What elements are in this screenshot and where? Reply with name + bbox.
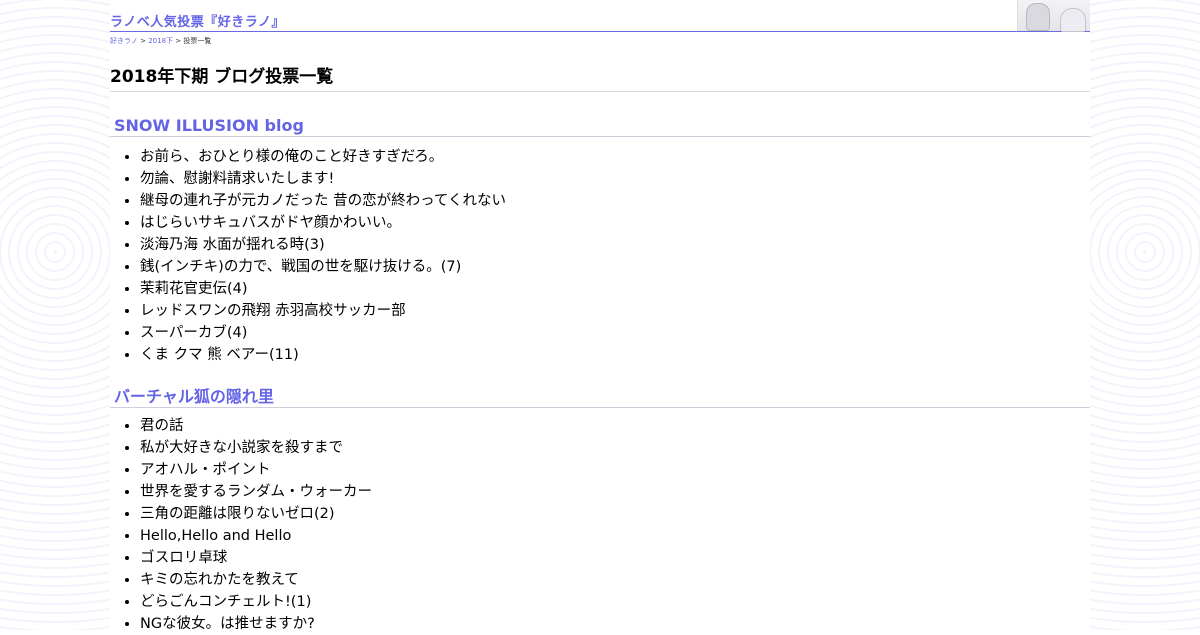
background-decoration-left bbox=[0, 0, 110, 630]
background-decoration-right bbox=[1090, 0, 1200, 630]
list-item: 私が大好きな小説家を殺すまで bbox=[140, 437, 1090, 459]
breadcrumb-separator: > bbox=[173, 37, 183, 45]
section-title-virtual-fox-hideout: バーチャル狐の隠れ里 bbox=[110, 386, 1090, 408]
list-item: 淡海乃海 水面が揺れる時(3) bbox=[140, 234, 1090, 256]
list-item: NGな彼女。は推せますか? bbox=[140, 613, 1090, 635]
vote-list-snow-illusion-blog: お前ら、おひとり様の俺のこと好きすぎだろ。 勿論、慰謝料請求いたします! 継母の… bbox=[110, 146, 1090, 366]
list-item: 三角の距離は限りないゼロ(2) bbox=[140, 503, 1090, 525]
list-item: アオハル・ポイント bbox=[140, 459, 1090, 481]
list-item: Hello,Hello and Hello bbox=[140, 525, 1090, 547]
vote-list-virtual-fox-hideout: 君の話 私が大好きな小説家を殺すまで アオハル・ポイント 世界を愛するランダム・… bbox=[110, 415, 1090, 635]
list-item: 銭(インチキ)の力で、戦国の世を駆け抜ける。(7) bbox=[140, 256, 1090, 278]
breadcrumb: 好きラノ > 2018下 > 投票一覧 bbox=[110, 36, 1090, 46]
site-title-link[interactable]: ラノベ人気投票『好きラノ』 bbox=[110, 11, 285, 30]
list-item: レッドスワンの飛翔 赤羽高校サッカー部 bbox=[140, 300, 1090, 322]
breadcrumb-current: 投票一覧 bbox=[183, 37, 211, 45]
character-illustration bbox=[1060, 8, 1086, 32]
list-item: キミの忘れかたを教えて bbox=[140, 569, 1090, 591]
list-item: 君の話 bbox=[140, 415, 1090, 437]
page-container: ラノベ人気投票『好きラノ』 好きラノ > 2018下 > 投票一覧 2018年下… bbox=[110, 0, 1090, 630]
breadcrumb-period-link[interactable]: 2018下 bbox=[148, 37, 173, 45]
section-title-snow-illusion-blog: SNOW ILLUSION blog bbox=[110, 115, 1090, 137]
character-illustration bbox=[1026, 3, 1050, 31]
list-item: 世界を愛するランダム・ウォーカー bbox=[140, 481, 1090, 503]
breadcrumb-separator: > bbox=[138, 37, 148, 45]
breadcrumb-home-link[interactable]: 好きラノ bbox=[110, 37, 138, 45]
list-item: ゴスロリ卓球 bbox=[140, 547, 1090, 569]
list-item: 継母の連れ子が元カノだった 昔の恋が終わってくれない bbox=[140, 190, 1090, 212]
list-item: 茉莉花官吏伝(4) bbox=[140, 278, 1090, 300]
list-item: どらごんコンチェルト!(1) bbox=[140, 591, 1090, 613]
list-item: はじらいサキュバスがドヤ顔かわいい。 bbox=[140, 212, 1090, 234]
list-item: スーパーカブ(4) bbox=[140, 322, 1090, 344]
list-item: お前ら、おひとり様の俺のこと好きすぎだろ。 bbox=[140, 146, 1090, 168]
header-illustration bbox=[1017, 0, 1090, 31]
site-header: ラノベ人気投票『好きラノ』 bbox=[110, 0, 1090, 32]
list-item: 勿論、慰謝料請求いたします! bbox=[140, 168, 1090, 190]
list-item: くま クマ 熊 ベアー(11) bbox=[140, 344, 1090, 366]
page-title: 2018年下期 ブログ投票一覧 bbox=[110, 66, 1090, 92]
